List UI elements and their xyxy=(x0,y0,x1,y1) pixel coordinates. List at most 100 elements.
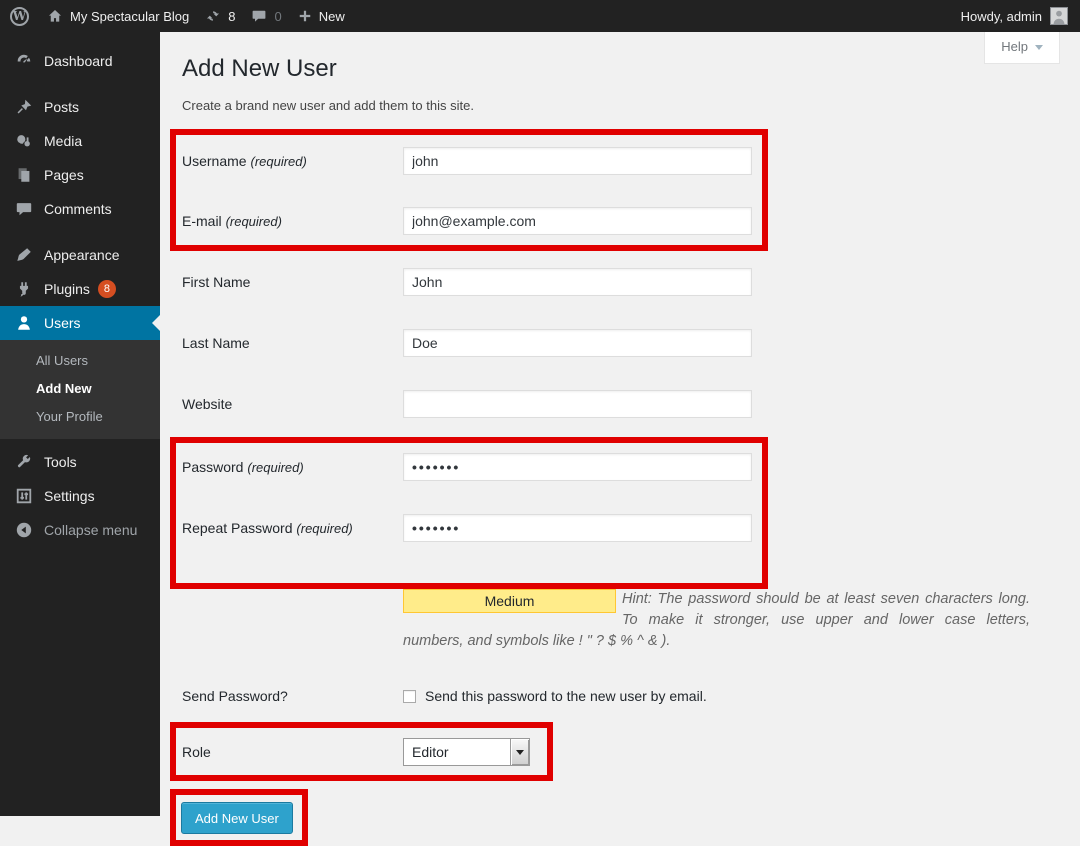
howdy-text: Howdy, admin xyxy=(961,9,1042,24)
email-row: E-mail (required) xyxy=(182,207,762,235)
sidebar-item-pages[interactable]: Pages xyxy=(0,158,160,192)
site-name: My Spectacular Blog xyxy=(70,9,189,24)
send-password-label: Send Password? xyxy=(182,688,403,704)
username-input[interactable] xyxy=(403,147,752,175)
new-label: New xyxy=(319,9,345,24)
sidebar-item-label: Pages xyxy=(44,167,84,183)
appearance-icon xyxy=(14,245,34,265)
annotation-box-required-fields: Username (required) E-mail (required) xyxy=(170,129,768,251)
chevron-down-icon xyxy=(1035,45,1043,54)
repeat-password-input[interactable] xyxy=(403,514,752,542)
sidebar-item-media[interactable]: Media xyxy=(0,124,160,158)
comment-icon xyxy=(251,8,267,24)
sidebar-item-plugins[interactable]: Plugins 8 xyxy=(0,272,160,306)
sidebar-item-label: Comments xyxy=(44,201,112,217)
email-input[interactable] xyxy=(403,207,752,235)
annotation-box-submit: Add New User xyxy=(170,789,308,846)
first-name-label: First Name xyxy=(182,274,403,290)
sidebar-item-dashboard[interactable]: Dashboard xyxy=(0,44,160,78)
sidebar-item-label: Dashboard xyxy=(44,53,113,69)
select-dropdown-button[interactable] xyxy=(510,739,529,765)
sidebar-item-settings[interactable]: Settings xyxy=(0,479,160,513)
avatar xyxy=(1050,7,1068,25)
send-password-row: Send Password? Send this password to the… xyxy=(182,682,1030,710)
send-password-checkbox-label: Send this password to the new user by em… xyxy=(425,688,707,704)
password-label: Password (required) xyxy=(182,459,403,475)
email-label: E-mail (required) xyxy=(182,213,403,229)
updates-link[interactable]: 8 xyxy=(205,0,235,32)
update-icon xyxy=(205,8,221,24)
last-name-row: Last Name xyxy=(182,329,1030,357)
sidebar: Dashboard Posts Media Pages Comments App… xyxy=(0,32,160,816)
add-new-user-button[interactable]: Add New User xyxy=(181,802,293,834)
sidebar-item-posts[interactable]: Posts xyxy=(0,90,160,124)
role-row: Role Editor xyxy=(182,738,547,766)
first-name-row: First Name xyxy=(182,268,1030,296)
repeat-password-row: Repeat Password (required) xyxy=(182,514,762,542)
last-name-input[interactable] xyxy=(403,329,752,357)
sidebar-item-label: Plugins xyxy=(44,281,90,297)
chevron-down-icon xyxy=(516,750,524,759)
role-label: Role xyxy=(182,744,403,760)
submenu-item-all-users[interactable]: All Users xyxy=(0,347,160,375)
role-selected-value: Editor xyxy=(404,739,510,765)
help-button[interactable]: Help xyxy=(984,32,1060,64)
role-select[interactable]: Editor xyxy=(403,738,530,766)
website-label: Website xyxy=(182,396,403,412)
update-count: 8 xyxy=(228,9,235,24)
sidebar-item-label: Tools xyxy=(44,454,77,470)
page-subtitle: Create a brand new user and add them to … xyxy=(182,98,1030,113)
password-strength-row: Medium Hint: The password should be at l… xyxy=(182,589,1030,652)
tools-icon xyxy=(14,452,34,472)
pushpin-icon xyxy=(14,97,34,117)
last-name-label: Last Name xyxy=(182,335,403,351)
username-label: Username (required) xyxy=(182,153,403,169)
sidebar-item-tools[interactable]: Tools xyxy=(0,445,160,479)
help-label: Help xyxy=(1001,39,1028,54)
new-content-link[interactable]: New xyxy=(298,0,345,32)
required-hint: (required) xyxy=(296,521,352,536)
password-row: Password (required) xyxy=(182,453,762,481)
main-content: Help Add New User Create a brand new use… xyxy=(160,32,1080,816)
users-submenu: All Users Add New Your Profile xyxy=(0,340,160,439)
first-name-input[interactable] xyxy=(403,268,752,296)
password-strength-meter: Medium xyxy=(403,589,616,613)
media-icon xyxy=(14,131,34,151)
plugin-icon xyxy=(14,279,34,299)
plus-icon xyxy=(298,9,312,23)
annotation-box-role: Role Editor xyxy=(170,722,553,781)
website-input[interactable] xyxy=(403,390,752,418)
sidebar-item-comments[interactable]: Comments xyxy=(0,192,160,226)
wordpress-logo-icon[interactable]: W xyxy=(10,7,29,26)
site-name-link[interactable]: My Spectacular Blog xyxy=(47,0,189,32)
settings-icon xyxy=(14,486,34,506)
pages-icon xyxy=(14,165,34,185)
sidebar-item-appearance[interactable]: Appearance xyxy=(0,238,160,272)
website-row: Website xyxy=(182,390,1030,418)
sidebar-item-label: Appearance xyxy=(44,247,120,263)
comment-count: 0 xyxy=(274,9,281,24)
submenu-item-add-new[interactable]: Add New xyxy=(0,375,160,403)
sidebar-item-label: Posts xyxy=(44,99,79,115)
required-hint: (required) xyxy=(247,460,303,475)
sidebar-item-label: Media xyxy=(44,133,82,149)
admin-bar-left: W My Spectacular Blog 8 0 New xyxy=(0,0,361,32)
sidebar-item-users[interactable]: Users xyxy=(0,306,160,340)
menu-separator xyxy=(0,78,160,90)
comment-icon xyxy=(14,199,34,219)
menu-separator xyxy=(0,226,160,238)
sidebar-item-label: Users xyxy=(44,315,81,331)
account-menu[interactable]: Howdy, admin xyxy=(961,0,1080,32)
collapse-icon xyxy=(14,520,34,540)
users-icon xyxy=(14,313,34,333)
selected-item-arrow xyxy=(152,315,160,331)
sidebar-item-collapse-menu[interactable]: Collapse menu xyxy=(0,513,160,547)
send-password-checkbox[interactable] xyxy=(403,690,416,703)
admin-bar: W My Spectacular Blog 8 0 New xyxy=(0,0,1080,32)
password-input[interactable] xyxy=(403,453,752,481)
home-icon xyxy=(47,8,63,24)
repeat-password-label: Repeat Password (required) xyxy=(182,520,403,536)
sidebar-item-label: Collapse menu xyxy=(44,522,137,538)
submenu-item-your-profile[interactable]: Your Profile xyxy=(0,403,160,431)
comments-link[interactable]: 0 xyxy=(251,0,281,32)
